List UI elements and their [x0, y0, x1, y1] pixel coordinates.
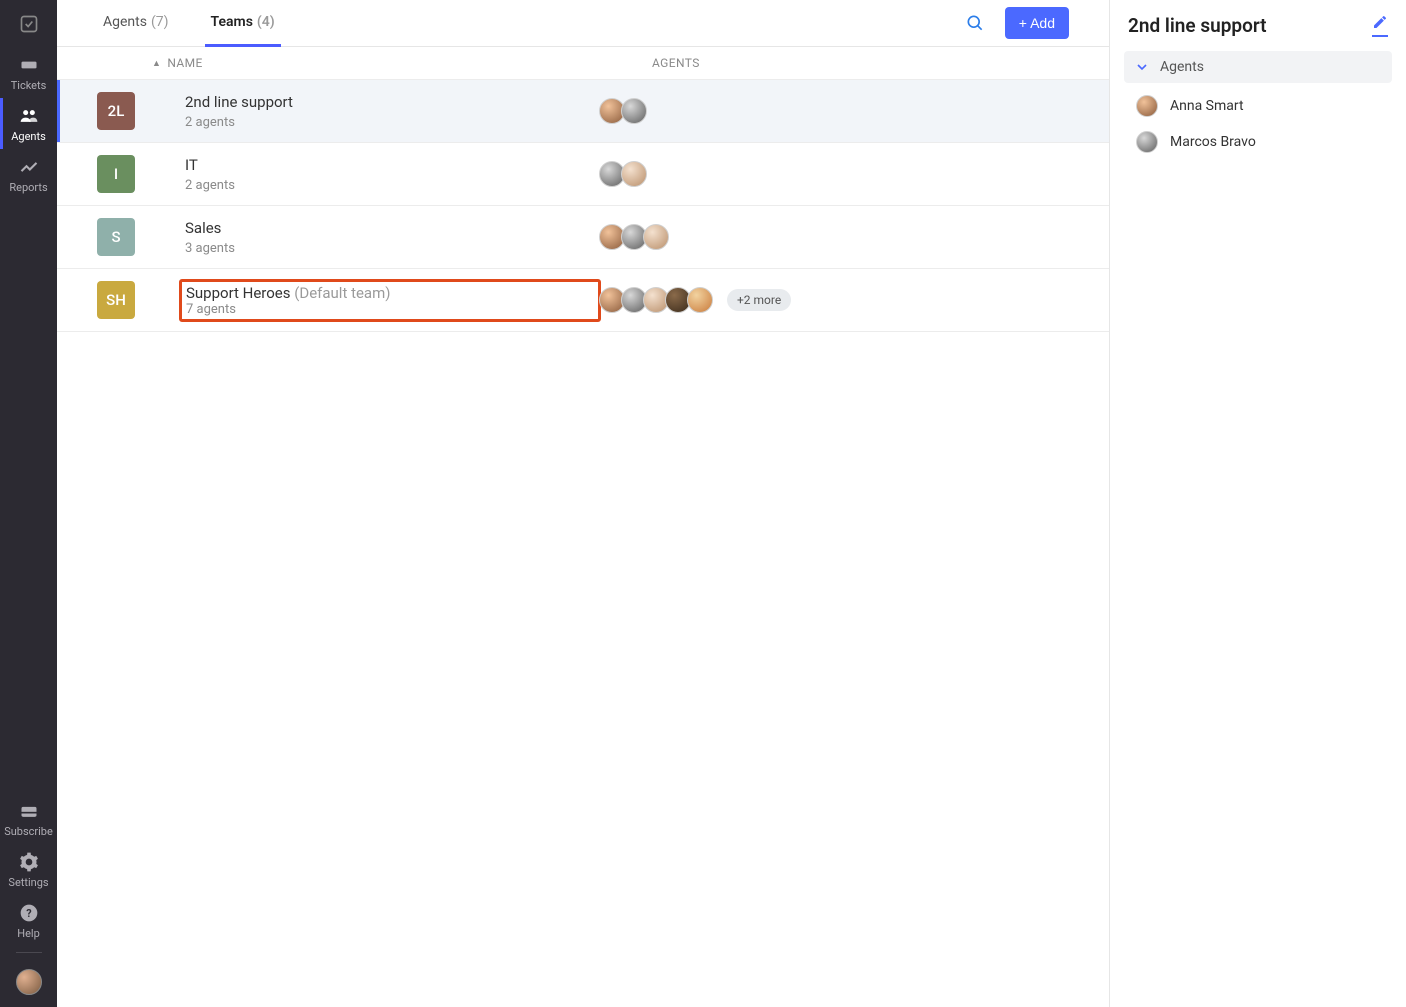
column-agents-label: AGENTS: [652, 56, 700, 70]
team-subtitle: 3 agents: [185, 241, 595, 256]
add-button[interactable]: + Add: [1005, 7, 1069, 39]
column-agents[interactable]: AGENTS: [562, 56, 1069, 70]
team-name: IT: [185, 156, 595, 174]
team-badge: SH: [97, 281, 135, 319]
agent-item[interactable]: Anna Smart: [1130, 93, 1386, 119]
nav-subscribe[interactable]: Subscribe: [0, 793, 57, 844]
section-agents-label: Agents: [1160, 59, 1204, 75]
team-agent-avatars: [595, 98, 1069, 124]
team-badge: 2L: [97, 92, 135, 130]
team-badge: S: [97, 218, 135, 256]
nav-agents-label: Agents: [11, 130, 46, 143]
edit-icon[interactable]: [1372, 14, 1388, 37]
search-icon[interactable]: [957, 5, 993, 41]
current-user-avatar[interactable]: [16, 969, 42, 995]
agent-name: Anna Smart: [1170, 98, 1244, 114]
team-name: Support Heroes (Default team): [186, 284, 594, 302]
avatar: [621, 98, 647, 124]
team-row[interactable]: SH Support Heroes (Default team)7 agents +…: [57, 269, 1109, 332]
table-header: ▲ NAME AGENTS: [57, 47, 1109, 80]
section-agents-toggle[interactable]: Agents: [1124, 51, 1392, 83]
team-info: Sales 3 agents: [185, 219, 595, 256]
team-info: 2nd line support 2 agents: [185, 93, 595, 130]
nav-help-label: Help: [17, 927, 40, 940]
column-name-label: NAME: [167, 56, 202, 70]
avatar: [621, 161, 647, 187]
agent-item[interactable]: Marcos Bravo: [1130, 129, 1386, 155]
svg-text:?: ?: [26, 907, 31, 920]
nav-reports-label: Reports: [9, 181, 47, 194]
team-name: 2nd line support: [185, 93, 595, 111]
tab-teams[interactable]: Teams (4): [205, 0, 281, 47]
team-subtitle: 2 agents: [185, 178, 595, 193]
team-badge: I: [97, 155, 135, 193]
nav-tickets[interactable]: Tickets: [0, 47, 57, 98]
more-agents-chip[interactable]: +2 more: [727, 289, 791, 311]
nav-settings[interactable]: Settings: [0, 844, 57, 895]
team-name: Sales: [185, 219, 595, 237]
team-agent-avatars: +2 more: [595, 287, 1069, 313]
nav-subscribe-label: Subscribe: [4, 825, 53, 838]
team-row[interactable]: I IT 2 agents: [57, 143, 1109, 206]
highlight-box: Support Heroes (Default team)7 agents: [179, 279, 601, 322]
main-column: Agents (7) Teams (4) + Add ▲ NAME AGENTS…: [57, 0, 1110, 1007]
nav-reports[interactable]: Reports: [0, 149, 57, 200]
detail-header: 2nd line support: [1124, 14, 1392, 51]
team-row[interactable]: 2L 2nd line support 2 agents: [57, 80, 1109, 143]
nav-settings-label: Settings: [8, 876, 48, 889]
nav-tickets-label: Tickets: [11, 79, 47, 92]
nav-divider: [16, 952, 42, 953]
team-list: 2L 2nd line support 2 agents I IT 2 agents S Sa…: [57, 80, 1109, 332]
team-info: IT 2 agents: [185, 156, 595, 193]
tab-teams-label: Teams: [211, 14, 253, 30]
team-name-suffix: (Default team): [291, 284, 391, 302]
avatar: [1136, 131, 1158, 153]
team-subtitle: 7 agents: [186, 302, 594, 317]
agent-name: Marcos Bravo: [1170, 134, 1256, 150]
column-name[interactable]: ▲ NAME: [152, 56, 562, 70]
team-subtitle: 2 agents: [185, 115, 595, 130]
detail-title: 2nd line support: [1128, 14, 1267, 37]
nav-agents[interactable]: Agents: [0, 98, 57, 149]
topbar: Agents (7) Teams (4) + Add: [57, 0, 1109, 47]
sort-asc-icon: ▲: [152, 58, 161, 69]
nav-sidebar: Tickets Agents Reports Subscribe Setting…: [0, 0, 57, 1007]
avatar: [1136, 95, 1158, 117]
team-row[interactable]: S Sales 3 agents: [57, 206, 1109, 269]
tab-agents[interactable]: Agents (7): [97, 0, 175, 47]
agent-list: Anna Smart Marcos Bravo: [1124, 83, 1392, 165]
tab-agents-count: (7): [151, 14, 169, 30]
tab-teams-count: (4): [257, 14, 275, 30]
avatar: [687, 287, 713, 313]
nav-help[interactable]: ? Help: [0, 895, 57, 946]
avatar: [643, 224, 669, 250]
tab-agents-label: Agents: [103, 14, 147, 30]
chevron-down-icon: [1134, 59, 1150, 75]
team-info: Support Heroes (Default team)7 agents: [185, 283, 595, 318]
team-agent-avatars: [595, 224, 1069, 250]
detail-panel: 2nd line support Agents Anna Smart Marcos…: [1110, 0, 1406, 1007]
app-logo: [0, 0, 57, 47]
team-agent-avatars: [595, 161, 1069, 187]
